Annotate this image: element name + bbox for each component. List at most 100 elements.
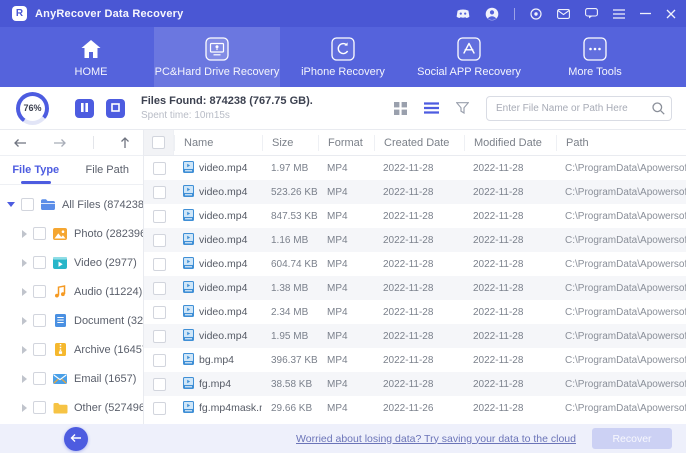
tree-checkbox[interactable] <box>21 198 34 211</box>
video-file-icon <box>183 376 194 392</box>
grid-view-icon[interactable] <box>394 101 407 115</box>
pc-recovery-icon <box>205 36 229 61</box>
file-size-cell: 1.97 MB <box>271 162 309 174</box>
table-row[interactable]: bg.mp4 396.37 KB MP4 2022-11-28 2022-11-28 C:… <box>144 348 686 372</box>
caret-right-icon[interactable] <box>22 316 27 325</box>
search-icon[interactable] <box>652 101 665 120</box>
table-row[interactable]: fg.mp4 38.58 KB MP4 2022-11-28 2022-11-28 C:\… <box>144 372 686 396</box>
minimize-icon[interactable] <box>640 8 651 19</box>
stop-button[interactable] <box>106 98 125 118</box>
row-checkbox[interactable] <box>152 257 166 271</box>
caret-right-icon[interactable] <box>22 374 27 383</box>
tab-file-path[interactable]: File Path <box>72 156 144 184</box>
row-checkbox[interactable] <box>152 233 166 247</box>
column-header-format[interactable]: Format <box>318 134 374 151</box>
column-header-created-date[interactable]: Created Date <box>374 134 464 151</box>
column-header-size[interactable]: Size <box>262 134 318 151</box>
other-icon <box>52 402 68 414</box>
settings-icon[interactable] <box>530 7 542 20</box>
table-row[interactable]: video.mp4 847.53 KB MP4 2022-11-28 2022-11-2… <box>144 204 686 228</box>
table-row[interactable]: fg.mp4mask.mp4 29.66 KB MP4 2022-11-26 2022-… <box>144 396 686 420</box>
tree-checkbox[interactable] <box>33 372 46 385</box>
caret-right-icon[interactable] <box>22 345 27 354</box>
row-checkbox[interactable] <box>152 281 166 295</box>
archive-icon <box>52 343 68 356</box>
tree-item-archive[interactable]: Archive (16457) <box>0 335 143 364</box>
row-checkbox[interactable] <box>152 329 166 343</box>
nav-tab-pc-hard-drive-recovery[interactable]: PC&Hard Drive Recovery <box>154 27 280 87</box>
tree-checkbox[interactable] <box>33 314 46 327</box>
modified-date-cell: 2022-11-28 <box>473 330 524 342</box>
tree-item-email[interactable]: Email (1657) <box>0 364 143 393</box>
nav-tab-label: More Tools <box>568 65 622 78</box>
column-header-name[interactable]: Name <box>174 134 262 151</box>
feedback-icon[interactable] <box>585 8 598 19</box>
caret-right-icon[interactable] <box>22 403 27 412</box>
tree-item-all[interactable]: All Files (874238) <box>0 190 143 219</box>
recover-button[interactable]: Recover <box>592 428 672 449</box>
row-checkbox-cell <box>144 401 174 415</box>
pause-button[interactable] <box>75 98 94 118</box>
scan-info: Files Found: 874238 (767.75 GB). Spent t… <box>141 95 313 121</box>
caret-down-icon[interactable] <box>7 202 15 207</box>
search-input[interactable] <box>486 95 672 121</box>
table-row[interactable]: video.mp4 1.38 MB MP4 2022-11-28 2022-11-28 C… <box>144 276 686 300</box>
up-arrow-icon[interactable] <box>120 136 130 149</box>
caret-right-icon[interactable] <box>22 229 27 238</box>
cloud-save-link[interactable]: Worried about losing data? Try saving yo… <box>296 433 576 445</box>
file-size-cell: 604.74 KB <box>271 258 318 270</box>
row-checkbox[interactable] <box>152 353 166 367</box>
table-row[interactable]: video.mp4 604.74 KB MP4 2022-11-28 2022-11-2… <box>144 252 686 276</box>
column-header-modified-date[interactable]: Modified Date <box>464 134 556 151</box>
row-checkbox[interactable] <box>152 161 166 175</box>
tab-file-type[interactable]: File Type <box>0 156 72 184</box>
nav-tab-more-tools[interactable]: More Tools <box>532 27 658 87</box>
account-icon[interactable] <box>485 7 499 21</box>
list-view-icon[interactable] <box>424 102 439 114</box>
close-icon[interactable] <box>666 9 676 19</box>
row-checkbox[interactable] <box>152 377 166 391</box>
tree-checkbox[interactable] <box>33 227 46 240</box>
table-row[interactable]: video.mp4 1.95 MB MP4 2022-11-28 2022-11-28 C… <box>144 324 686 348</box>
discord-icon[interactable] <box>456 9 470 19</box>
filter-icon[interactable] <box>456 102 469 114</box>
video-file-icon <box>183 304 194 320</box>
tree-checkbox[interactable] <box>33 285 46 298</box>
file-type-tree: All Files (874238) Photo (282396) Video (2… <box>0 185 143 424</box>
tree-checkbox[interactable] <box>33 343 46 356</box>
back-arrow-icon[interactable] <box>13 138 27 148</box>
table-row[interactable]: video.mp4 1.16 MB MP4 2022-11-28 2022-11-28 C… <box>144 228 686 252</box>
tree-item-label: Photo (282396) <box>74 227 143 240</box>
row-checkbox[interactable] <box>152 209 166 223</box>
app-title: AnyRecover Data Recovery <box>35 7 184 20</box>
video-file-icon <box>183 400 194 416</box>
forward-arrow-icon[interactable] <box>53 138 67 148</box>
tree-item-document[interactable]: Document (32031) <box>0 306 143 335</box>
file-format-cell: MP4 <box>327 162 348 174</box>
row-checkbox[interactable] <box>152 185 166 199</box>
pause-icon <box>80 99 89 117</box>
back-button[interactable] <box>64 426 88 451</box>
nav-tab-social-app-recovery[interactable]: Social APP Recovery <box>406 27 532 87</box>
tree-checkbox[interactable] <box>33 256 46 269</box>
row-checkbox[interactable] <box>152 305 166 319</box>
file-format-cell: MP4 <box>327 330 348 342</box>
tree-item-other[interactable]: Other (527496) <box>0 393 143 422</box>
tree-item-audio[interactable]: Audio (11224) <box>0 277 143 306</box>
menu-icon[interactable] <box>613 8 625 19</box>
table-row[interactable]: video.mp4 523.26 KB MP4 2022-11-28 2022-11-2… <box>144 180 686 204</box>
tree-item-video[interactable]: Video (2977) <box>0 248 143 277</box>
tree-checkbox[interactable] <box>33 401 46 414</box>
tree-item-photo[interactable]: Photo (282396) <box>0 219 143 248</box>
caret-right-icon[interactable] <box>22 258 27 267</box>
table-row[interactable]: video.mp4 2.34 MB MP4 2022-11-28 2022-11-28 C… <box>144 300 686 324</box>
nav-tab-home[interactable]: HOME <box>28 27 154 87</box>
select-all-checkbox[interactable] <box>152 136 165 149</box>
table-row[interactable]: video.mp4 1.97 MB MP4 2022-11-28 2022-11-28 C… <box>144 156 686 180</box>
tree-item-label: Video (2977) <box>74 256 137 269</box>
row-checkbox[interactable] <box>152 401 166 415</box>
column-header-path[interactable]: Path <box>556 134 686 151</box>
mail-icon[interactable] <box>557 8 570 19</box>
caret-right-icon[interactable] <box>22 287 27 296</box>
nav-tab-iphone-recovery[interactable]: iPhone Recovery <box>280 27 406 87</box>
